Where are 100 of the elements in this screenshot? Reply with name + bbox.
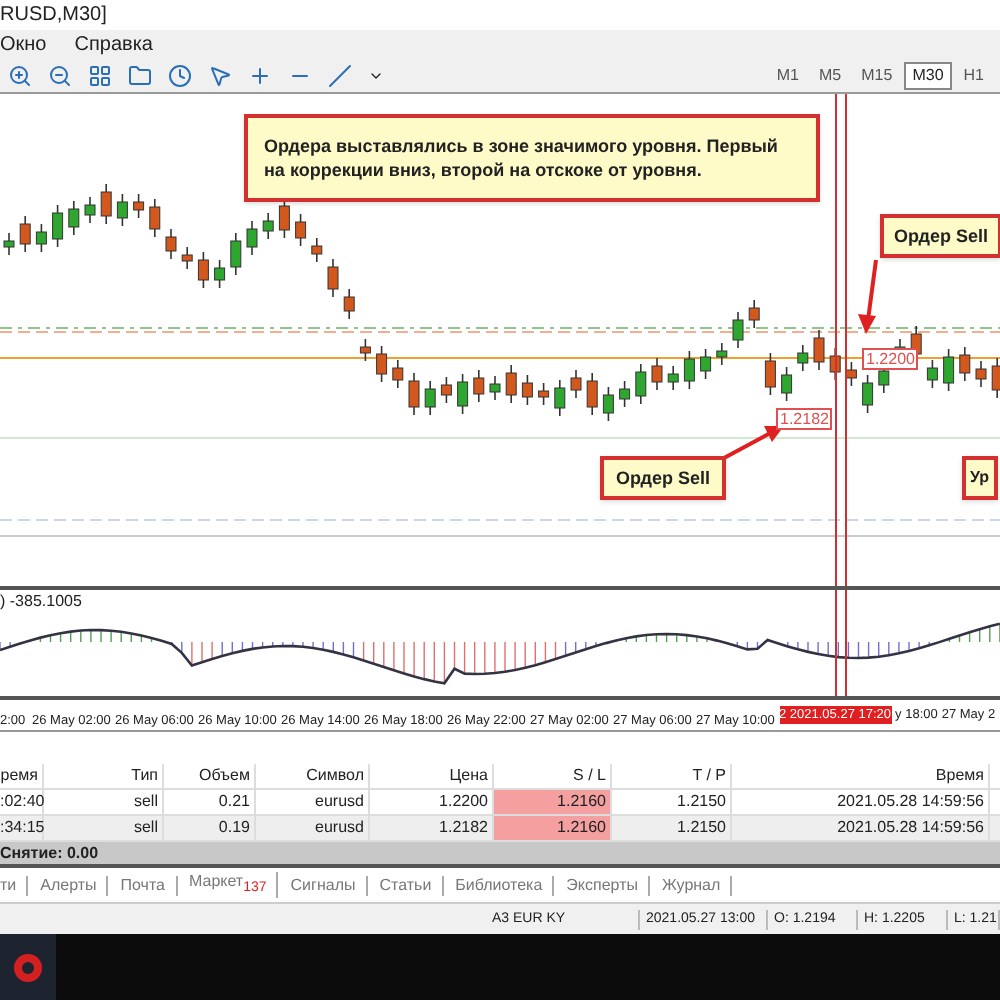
callout-note: Ордер Sell bbox=[600, 456, 726, 500]
table-cell: 1.2150 bbox=[612, 790, 732, 814]
terminal-tab[interactable]: Статьи bbox=[379, 875, 444, 895]
candle bbox=[554, 379, 566, 417]
candle bbox=[716, 342, 728, 366]
table-cell: 1.2150 bbox=[612, 816, 732, 840]
column-header: Символ bbox=[256, 764, 370, 788]
candle bbox=[116, 193, 128, 227]
terminal-tab[interactable]: Маркет$_{137}$ bbox=[189, 871, 279, 899]
candle bbox=[602, 386, 614, 422]
table-cell: 0.19 bbox=[164, 816, 256, 840]
menu-item[interactable]: Справка bbox=[74, 33, 153, 57]
candle bbox=[683, 350, 695, 390]
candle bbox=[440, 376, 452, 404]
candle bbox=[149, 198, 161, 238]
candle bbox=[246, 220, 258, 256]
candle bbox=[489, 375, 501, 401]
app-logo-icon[interactable] bbox=[12, 951, 44, 983]
terminal-tab[interactable]: ти bbox=[0, 875, 29, 895]
trendline-icon[interactable] bbox=[328, 64, 352, 88]
arrow bbox=[858, 259, 878, 334]
callout-note: Ордер Sell bbox=[880, 214, 1000, 258]
terminal-tab[interactable]: Эксперты bbox=[566, 875, 650, 895]
candle bbox=[570, 369, 582, 399]
candle bbox=[991, 357, 1000, 399]
arrow bbox=[723, 426, 784, 460]
terminal-tab[interactable]: Библиотека bbox=[455, 875, 555, 895]
candle bbox=[586, 372, 598, 416]
table-cell: :02:40 bbox=[0, 790, 44, 814]
candle bbox=[619, 380, 631, 408]
candle bbox=[651, 357, 663, 391]
column-header: Время bbox=[732, 764, 990, 788]
timeframe-button[interactable]: M15 bbox=[853, 62, 901, 90]
price-tag: 1.2200 bbox=[862, 348, 919, 370]
dropdown-icon[interactable] bbox=[368, 68, 384, 84]
candle bbox=[538, 382, 550, 406]
candle bbox=[748, 299, 760, 329]
column-header: Тип bbox=[44, 764, 164, 788]
candle bbox=[165, 228, 177, 260]
candle bbox=[764, 352, 776, 396]
table-cell: 0.21 bbox=[164, 790, 256, 814]
candle bbox=[781, 366, 793, 402]
candle bbox=[311, 237, 323, 263]
candle bbox=[521, 374, 533, 406]
terminal-tab[interactable]: Сигналы bbox=[290, 875, 368, 895]
callout-note: Ур bbox=[962, 456, 998, 500]
table-cell: 2021.05.28 14:59:56 bbox=[732, 790, 990, 814]
clock-icon[interactable] bbox=[168, 64, 192, 88]
candle bbox=[52, 204, 64, 248]
terminal-tab[interactable]: Алерты bbox=[40, 875, 109, 895]
candle bbox=[278, 197, 290, 239]
column-header: S / L bbox=[494, 764, 612, 788]
candle bbox=[829, 347, 841, 381]
summary-text: Снятие: 0.00 bbox=[0, 843, 99, 863]
column-header: T / P bbox=[612, 764, 732, 788]
candle bbox=[926, 359, 938, 389]
candle bbox=[68, 200, 80, 236]
terminal-tab[interactable]: Почта bbox=[120, 875, 177, 895]
crosshair-icon[interactable] bbox=[248, 64, 272, 88]
candle bbox=[343, 288, 355, 320]
candle bbox=[230, 232, 242, 276]
menu-item[interactable]: Окно bbox=[0, 33, 47, 57]
terminal-tab[interactable]: Журнал bbox=[661, 875, 733, 895]
price-tag: 1.2182 bbox=[776, 408, 833, 430]
grid-icon[interactable] bbox=[88, 64, 112, 88]
column-header: Объем bbox=[164, 764, 256, 788]
candle bbox=[262, 212, 274, 240]
candle bbox=[35, 223, 47, 253]
candle bbox=[327, 258, 339, 298]
table-cell: 1.2160 bbox=[494, 790, 612, 814]
candle bbox=[667, 365, 679, 391]
candle bbox=[133, 193, 145, 219]
timeframe-button[interactable]: H1 bbox=[955, 62, 992, 90]
candle bbox=[732, 311, 744, 349]
candle bbox=[797, 344, 809, 372]
zoom-out-icon[interactable] bbox=[48, 64, 72, 88]
timeframe-button[interactable]: M1 bbox=[768, 62, 808, 90]
candle bbox=[845, 361, 857, 387]
pointer-icon[interactable] bbox=[208, 64, 232, 88]
candle bbox=[376, 345, 388, 383]
zoom-in-icon[interactable] bbox=[8, 64, 32, 88]
candle bbox=[100, 183, 112, 225]
candle bbox=[943, 348, 955, 392]
window-title: RUSD,M30] bbox=[0, 3, 107, 27]
candle bbox=[84, 196, 96, 224]
table-cell: eurusd bbox=[256, 816, 370, 840]
candle bbox=[635, 363, 647, 405]
folder-icon[interactable] bbox=[128, 64, 152, 88]
candle bbox=[813, 329, 825, 371]
candle bbox=[392, 359, 404, 389]
candle bbox=[295, 213, 307, 247]
timeframe-button[interactable]: M5 bbox=[811, 62, 850, 90]
table-cell: eurusd bbox=[256, 790, 370, 814]
candle bbox=[424, 380, 436, 416]
indicator-label: ) -385.1005 bbox=[0, 592, 82, 610]
candle bbox=[505, 364, 517, 404]
table-cell: sell bbox=[44, 790, 164, 814]
candle bbox=[457, 373, 469, 415]
candle bbox=[975, 360, 987, 388]
timeframe-button[interactable]: M30 bbox=[904, 62, 952, 90]
